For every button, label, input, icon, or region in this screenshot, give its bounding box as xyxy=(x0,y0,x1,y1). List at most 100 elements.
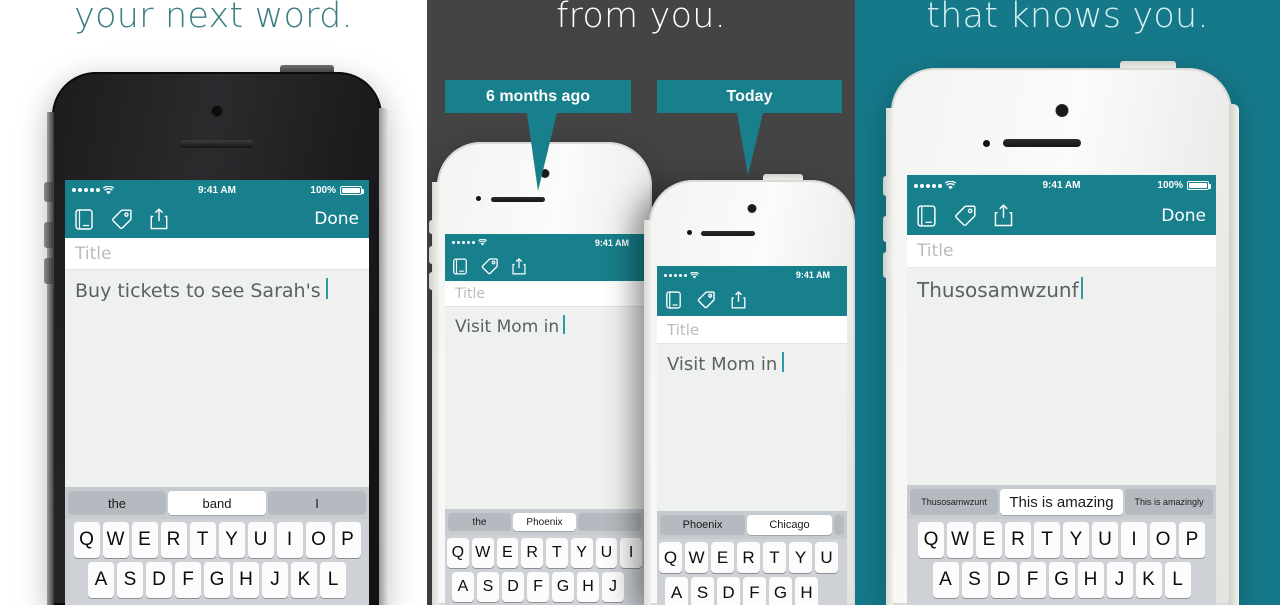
mute-switch[interactable] xyxy=(883,176,892,196)
tag-icon[interactable] xyxy=(111,209,132,230)
volume-up-button[interactable] xyxy=(44,222,53,248)
share-icon[interactable] xyxy=(150,208,168,230)
key-L[interactable]: L xyxy=(320,562,346,598)
key-D[interactable]: D xyxy=(146,562,172,598)
prediction-suggestion-2[interactable] xyxy=(834,515,844,535)
key-Y[interactable]: Y xyxy=(218,522,245,558)
prediction-suggestion-2[interactable]: I xyxy=(268,491,366,515)
key-S[interactable]: S xyxy=(117,562,143,598)
title-input[interactable]: Title xyxy=(65,238,369,270)
done-button[interactable]: Done xyxy=(1161,206,1206,226)
key-U[interactable]: U xyxy=(247,522,274,558)
prediction-suggestion-1[interactable]: This is amazing xyxy=(1000,489,1123,515)
key-S[interactable]: S xyxy=(961,562,988,598)
key-I[interactable]: I xyxy=(276,522,303,558)
key-T[interactable]: T xyxy=(1034,522,1060,558)
key-T[interactable]: T xyxy=(546,538,568,568)
notebook-icon[interactable] xyxy=(75,208,93,230)
key-I[interactable]: I xyxy=(620,538,642,568)
key-Q[interactable]: Q xyxy=(73,522,100,558)
key-T[interactable]: T xyxy=(763,542,786,573)
key-H[interactable]: H xyxy=(795,577,818,605)
share-icon[interactable] xyxy=(512,257,526,275)
share-icon[interactable] xyxy=(994,204,1013,227)
key-J[interactable]: J xyxy=(262,562,288,598)
key-K[interactable]: K xyxy=(291,562,317,598)
key-Y[interactable]: Y xyxy=(1063,522,1089,558)
key-R[interactable]: R xyxy=(1005,522,1031,558)
key-O[interactable]: O xyxy=(305,522,332,558)
title-input[interactable]: Title xyxy=(445,281,644,307)
key-U[interactable]: U xyxy=(1092,522,1118,558)
key-R[interactable]: R xyxy=(521,538,543,568)
prediction-suggestion-1[interactable]: band xyxy=(168,491,266,515)
key-H[interactable]: H xyxy=(233,562,259,598)
prediction-suggestion-1[interactable]: Phoenix xyxy=(513,513,576,531)
key-G[interactable]: G xyxy=(552,572,574,602)
tag-icon[interactable] xyxy=(954,205,976,227)
key-E[interactable]: E xyxy=(496,538,519,568)
key-E[interactable]: E xyxy=(976,522,1002,558)
prediction-suggestion-0[interactable]: the xyxy=(448,513,511,531)
key-Y[interactable]: Y xyxy=(570,538,593,568)
done-button[interactable]: Done xyxy=(314,209,359,229)
key-U[interactable]: U xyxy=(595,538,618,568)
key-O[interactable]: O xyxy=(1150,522,1176,558)
prediction-suggestion-2[interactable]: This is amazingly xyxy=(1125,489,1213,515)
key-J[interactable]: J xyxy=(1106,562,1133,598)
note-text-area[interactable]: Thusosamwzunf xyxy=(907,268,1216,485)
key-Y[interactable]: Y xyxy=(789,542,812,573)
prediction-suggestion-0[interactable]: Phoenix xyxy=(660,515,745,535)
key-R[interactable]: R xyxy=(160,522,187,558)
key-H[interactable]: H xyxy=(1077,562,1104,598)
key-A[interactable]: A xyxy=(932,562,959,598)
key-W[interactable]: W xyxy=(471,538,494,568)
key-D[interactable]: D xyxy=(990,562,1017,598)
volume-down-button[interactable] xyxy=(429,272,438,290)
key-I[interactable]: I xyxy=(1121,522,1147,558)
volume-down-button[interactable] xyxy=(883,252,892,278)
note-text-area[interactable]: Visit Mom in xyxy=(445,307,644,509)
key-D[interactable]: D xyxy=(717,577,740,605)
key-G[interactable]: G xyxy=(769,577,792,605)
key-T[interactable]: T xyxy=(189,522,216,558)
key-E[interactable]: E xyxy=(711,542,734,573)
tag-icon[interactable] xyxy=(697,291,715,309)
notebook-icon[interactable] xyxy=(917,204,936,227)
key-G[interactable]: G xyxy=(1048,562,1075,598)
mute-switch[interactable] xyxy=(44,182,53,202)
key-W[interactable]: W xyxy=(685,542,708,573)
key-A[interactable]: A xyxy=(665,577,688,605)
title-input[interactable]: Title xyxy=(907,235,1216,268)
key-Q[interactable]: Q xyxy=(659,542,682,573)
key-G[interactable]: G xyxy=(204,562,230,598)
key-F[interactable]: F xyxy=(1019,562,1046,598)
key-U[interactable]: U xyxy=(815,542,838,573)
prediction-suggestion-0[interactable]: Thusosamwzunt xyxy=(910,489,998,515)
key-F[interactable]: F xyxy=(175,562,201,598)
key-P[interactable]: P xyxy=(334,522,361,558)
key-L[interactable]: L xyxy=(1164,562,1191,598)
key-A[interactable]: A xyxy=(88,562,114,598)
volume-down-button[interactable] xyxy=(44,258,53,284)
key-H[interactable]: H xyxy=(577,572,599,602)
key-S[interactable]: S xyxy=(691,577,714,605)
title-input[interactable]: Title xyxy=(657,316,847,344)
mute-switch[interactable] xyxy=(429,220,438,234)
tag-icon[interactable] xyxy=(481,257,498,275)
notebook-icon[interactable] xyxy=(666,291,681,309)
key-K[interactable]: K xyxy=(1135,562,1162,598)
note-text-area[interactable]: Buy tickets to see Sarah's xyxy=(65,270,369,487)
volume-up-button[interactable] xyxy=(883,216,892,242)
key-R[interactable]: R xyxy=(737,542,760,573)
prediction-suggestion-2[interactable] xyxy=(578,513,641,531)
key-E[interactable]: E xyxy=(131,522,158,558)
key-F[interactable]: F xyxy=(527,572,549,602)
key-S[interactable]: S xyxy=(477,572,499,602)
key-Q[interactable]: Q xyxy=(447,538,469,568)
volume-up-button[interactable] xyxy=(429,246,438,264)
key-A[interactable]: A xyxy=(452,572,474,602)
key-W[interactable]: W xyxy=(102,522,129,558)
prediction-suggestion-1[interactable]: Chicago xyxy=(747,515,832,535)
key-Q[interactable]: Q xyxy=(918,522,944,558)
